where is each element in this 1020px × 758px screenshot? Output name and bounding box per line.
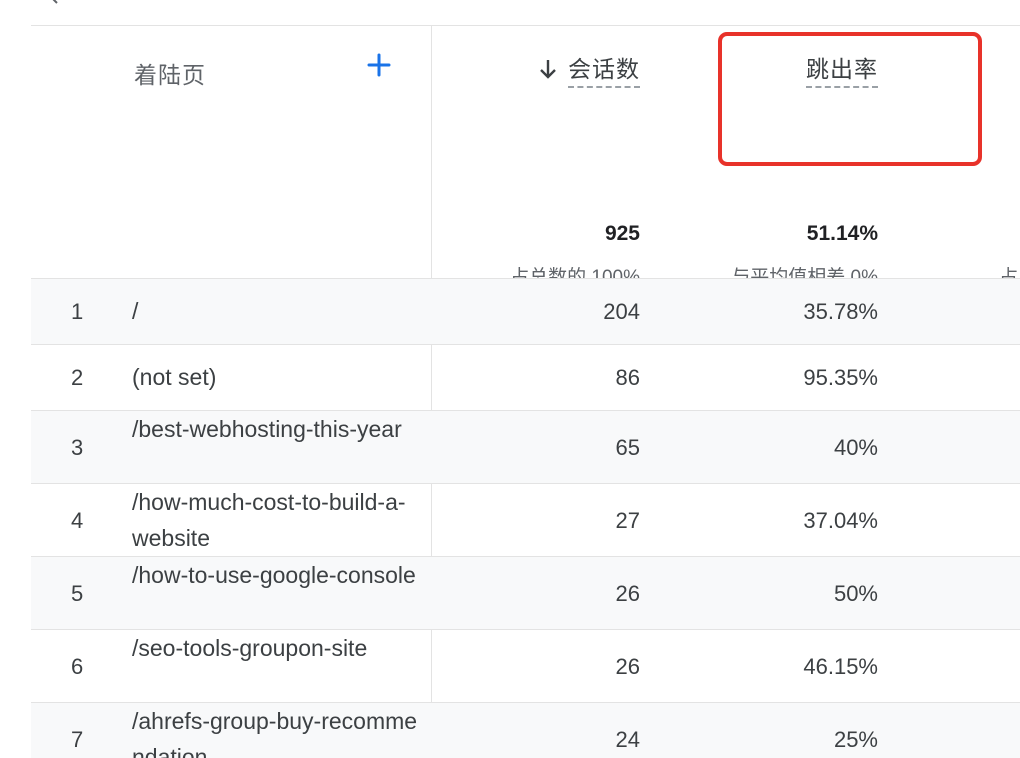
metric-header-sessions[interactable]: 会话数	[538, 50, 640, 88]
table-row[interactable]: 3/best-webhosting-this-year 65 40%	[31, 410, 1020, 483]
sessions-value: 65	[615, 435, 640, 460]
total-sessions: 925	[604, 222, 640, 245]
metric-label-sessions: 会话数	[568, 50, 640, 88]
bounce-rate-value: 46.15%	[803, 654, 878, 679]
landing-page-link[interactable]: /ahrefs-group-buy-recommendation	[132, 703, 422, 758]
bounce-rate-value: 95.35%	[803, 365, 878, 390]
row-index: 2	[71, 365, 84, 390]
plus-icon[interactable]	[366, 52, 392, 78]
report-table: 着陆页 会话数 跳出率 925 51.14% 占总数的 100% 与平均值相差 …	[0, 0, 1020, 758]
bounce-rate-value: 50%	[833, 581, 878, 606]
sessions-value: 204	[603, 299, 640, 324]
landing-page-link[interactable]: /seo-tools-groupon-site	[132, 630, 422, 666]
landing-page-link[interactable]: /	[132, 293, 422, 329]
table-row[interactable]: 7/ahrefs-group-buy-recommendation 24 25%	[31, 702, 1020, 758]
table-row[interactable]: 6/seo-tools-groupon-site 26 46.15%	[31, 629, 1020, 702]
bounce-rate-value: 40%	[833, 435, 878, 460]
landing-page-link[interactable]: /how-to-use-google-console	[132, 557, 422, 593]
row-index: 3	[71, 435, 84, 460]
dimension-header-landing-page[interactable]: 着陆页	[134, 56, 206, 90]
sessions-value: 86	[615, 365, 640, 390]
table-row[interactable]: 4/how-much-cost-to-build-a-website 27 37.0…	[31, 483, 1020, 556]
sessions-value: 27	[615, 508, 640, 533]
row-index: 1	[71, 299, 84, 324]
sessions-value: 26	[615, 581, 640, 606]
row-index: 5	[71, 581, 84, 606]
table-body: 1 / 204 35.78% 2 (not set) 86 95.35% 3/best-webh…	[31, 278, 1020, 758]
sessions-value: 26	[615, 654, 640, 679]
bounce-rate-value: 25%	[833, 727, 878, 752]
table-row[interactable]: 5/how-to-use-google-console 26 50%	[31, 556, 1020, 629]
row-index: 6	[71, 654, 84, 679]
sessions-value: 24	[615, 727, 640, 752]
table-row[interactable]: 2 (not set) 86 95.35%	[31, 344, 1020, 410]
row-index: 7	[71, 727, 84, 752]
highlight-annotation-box	[718, 32, 982, 166]
table-row[interactable]: 1 / 204 35.78%	[31, 278, 1020, 344]
landing-page-link[interactable]: /how-much-cost-to-build-a-website	[132, 484, 422, 556]
total-bounce-rate: 51.14%	[806, 222, 878, 245]
bounce-rate-value: 37.04%	[803, 508, 878, 533]
landing-page-link[interactable]: /best-webhosting-this-year	[132, 411, 422, 447]
bounce-rate-value: 35.78%	[803, 299, 878, 324]
arrow-down-icon	[540, 60, 556, 79]
back-arrow-icon[interactable]	[44, 0, 64, 6]
row-index: 4	[71, 508, 84, 533]
landing-page-link[interactable]: (not set)	[132, 359, 422, 395]
